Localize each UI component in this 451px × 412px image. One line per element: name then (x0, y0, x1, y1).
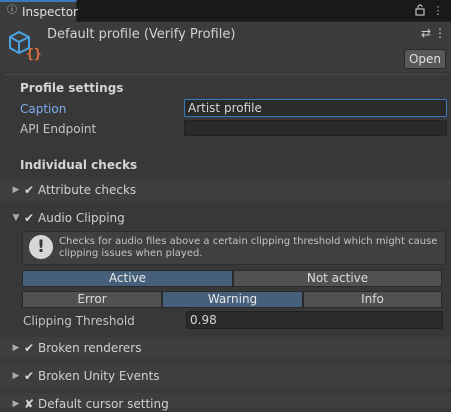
api-endpoint-field[interactable] (184, 120, 447, 136)
check-label: Attribute checks (38, 183, 137, 197)
caret-right-icon[interactable]: ▶ (11, 370, 21, 382)
info-icon: ⓘ (7, 5, 17, 16)
exclamation-icon: ! (29, 235, 53, 259)
open-button[interactable]: Open (404, 49, 446, 69)
severity-info-button[interactable]: Info (303, 291, 442, 308)
caret-right-icon[interactable]: ▶ (11, 342, 21, 354)
clipping-threshold-label: Clipping Threshold (23, 314, 135, 328)
active-toggle[interactable]: Active (22, 270, 233, 287)
individual-checks-heading: Individual checks (20, 158, 138, 172)
check-row-default-cursor[interactable]: ▶ ✘ Default cursor setting (0, 393, 451, 411)
severity-error-button[interactable]: Error (22, 291, 162, 308)
more-vertical-icon[interactable]: ⋮ (434, 25, 446, 41)
check-label: Audio Clipping (38, 211, 125, 225)
check-label: Default cursor setting (38, 397, 169, 411)
checkmark-icon[interactable]: ✔ (23, 341, 35, 355)
tab-inspector-label: Inspector (22, 5, 78, 19)
caption-label: Caption (20, 102, 67, 116)
tab-bar: ⓘ Inspector ⋮ (0, 0, 451, 22)
inspector-header: {} Default profile (Verify Profile) ⇄ ⋮ … (0, 22, 451, 72)
help-text: Checks for audio files above a certain c… (59, 236, 438, 259)
checkmark-icon[interactable]: ✔ (23, 211, 35, 225)
asset-title: Default profile (Verify Profile) (47, 27, 236, 42)
cube-asset-icon: {} (9, 29, 42, 62)
clipping-threshold-field[interactable]: 0.98 (186, 311, 443, 329)
cross-icon[interactable]: ✘ (23, 397, 35, 411)
severity-warning-button[interactable]: Warning (162, 291, 303, 308)
svg-text:{}: {} (26, 47, 41, 61)
check-row-broken-renderers[interactable]: ▶ ✔ Broken renderers (0, 337, 451, 359)
profile-settings-heading: Profile settings (20, 81, 124, 95)
not-active-toggle[interactable]: Not active (233, 270, 442, 287)
lock-icon[interactable] (414, 4, 426, 18)
check-row-broken-events[interactable]: ▶ ✔ Broken Unity Events (0, 365, 451, 387)
check-label: Broken renderers (38, 341, 142, 355)
more-vertical-icon[interactable]: ⋮ (432, 4, 444, 18)
sliders-icon[interactable]: ⇄ (420, 25, 432, 41)
caret-right-icon[interactable]: ▶ (11, 184, 21, 196)
checkmark-icon[interactable]: ✔ (23, 369, 35, 383)
check-row-attribute[interactable]: ▶ ✔ Attribute checks (0, 179, 451, 201)
caret-right-icon[interactable]: ▶ (11, 398, 21, 410)
caption-field[interactable]: Artist profile (184, 99, 447, 117)
check-row-audio-clipping[interactable]: ▼ ✔ Audio Clipping (0, 207, 451, 229)
api-endpoint-label: API Endpoint (20, 122, 97, 136)
tab-inspector[interactable]: ⓘ Inspector (0, 0, 78, 22)
checkmark-icon[interactable]: ✔ (23, 183, 35, 197)
caret-down-icon[interactable]: ▼ (11, 212, 21, 224)
check-label: Broken Unity Events (38, 369, 160, 383)
divider (4, 74, 447, 75)
help-box: ! Checks for audio files above a certain… (22, 231, 446, 265)
